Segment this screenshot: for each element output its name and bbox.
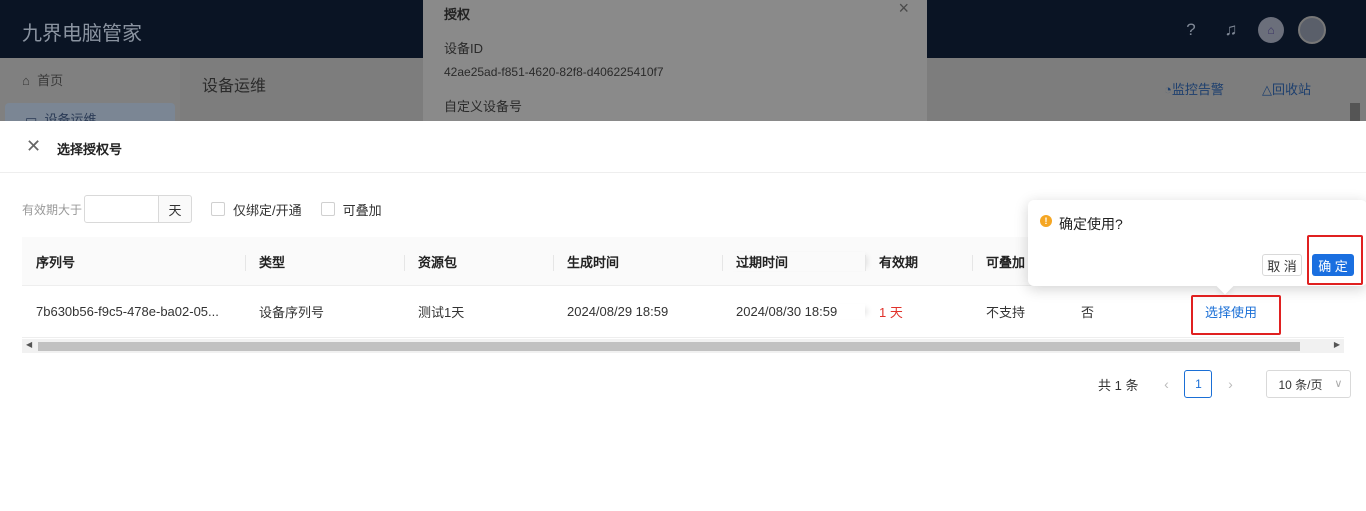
checkbox-box[interactable]: [211, 202, 226, 216]
device-id-label: 设备ID: [444, 41, 484, 56]
checkbox-box[interactable]: [320, 202, 335, 216]
close-icon[interactable]: ✕: [26, 137, 41, 155]
drawer-title: 选择授权号: [57, 142, 123, 157]
monitor-icon: ▭: [25, 112, 38, 121]
close-icon[interactable]: ×: [898, 0, 909, 19]
validity-days-input[interactable]: [84, 195, 160, 223]
table-row: 7b630b56-f9c5-478e-ba02-05... 设备序列号 测试1天…: [22, 286, 1344, 338]
cancel-button[interactable]: 取 消: [1262, 254, 1302, 276]
cell-extra: 否: [1081, 305, 1095, 320]
warning-icon: !: [1040, 215, 1052, 227]
bound-only-label: 仅绑定/开通: [233, 202, 302, 218]
page-number[interactable]: 1: [1184, 370, 1213, 398]
page-scrollbar[interactable]: [1350, 103, 1360, 121]
page-title: 设备运维: [202, 78, 267, 95]
select-use-link[interactable]: 选择使用: [1205, 305, 1257, 320]
scrollbar-thumb[interactable]: [38, 342, 1300, 351]
column-header-package: 资源包: [404, 252, 553, 271]
column-header-created: 生成时间: [553, 252, 722, 271]
custom-device-number-label: 自定义设备号: [444, 99, 523, 114]
confirm-message: 确定使用?: [1059, 216, 1123, 232]
bound-only-checkbox[interactable]: 仅绑定/开通: [211, 200, 302, 219]
top-icons: ? ♫ ⌂: [1178, 16, 1326, 44]
column-header-type: 类型: [245, 252, 404, 271]
column-header-expires: 过期时间: [722, 252, 865, 271]
select-license-drawer: ✕ 选择授权号 有效期大于 天 仅绑定/开通 可叠加 序列号 类型 资源包 生成…: [0, 121, 1366, 511]
device-id-value: 42ae25ad-f851-4620-82f8-d406225410f7: [444, 65, 664, 79]
scroll-right-icon[interactable]: ▶: [1334, 340, 1340, 349]
gauge-icon: ◔: [1164, 82, 1172, 97]
notification-icon[interactable]: ⌂: [1258, 17, 1284, 43]
column-header-serial: 序列号: [36, 254, 76, 270]
avatar[interactable]: [1298, 16, 1326, 44]
stackable-label: 可叠加: [342, 202, 382, 218]
help-icon[interactable]: ?: [1178, 17, 1204, 43]
validity-label: 有效期大于: [22, 202, 83, 217]
cell-package: 测试1天: [418, 305, 465, 320]
authorize-title: 授权: [444, 7, 471, 22]
pagination-total: 共 1 条: [1098, 377, 1139, 393]
monitor-alert-link[interactable]: ◔监控告警: [1164, 79, 1224, 98]
confirm-button[interactable]: 确 定: [1312, 254, 1354, 276]
cell-serial: 7b630b56-f9c5-478e-ba02-05...: [36, 304, 219, 319]
brand-title: 九界电脑管家: [22, 23, 142, 45]
recycle-bin-link[interactable]: △回收站: [1262, 79, 1311, 98]
prev-page-icon[interactable]: ‹: [1152, 376, 1180, 392]
cell-type: 设备序列号: [259, 305, 325, 320]
pagination: 共 1 条 ‹ 1 › 10 条/页 ∨: [1098, 370, 1352, 398]
cell-created: 2024/08/29 18:59: [567, 304, 669, 319]
drawer-header: ✕ 选择授权号: [0, 121, 1366, 173]
next-page-icon[interactable]: ›: [1216, 376, 1244, 392]
scroll-left-icon[interactable]: ◀: [26, 340, 32, 349]
sidebar-item-devices[interactable]: ▭ 设备运维: [5, 103, 175, 121]
page-size-select[interactable]: 10 条/页 ∨: [1266, 370, 1352, 398]
cell-stackable: 不支持: [986, 305, 1026, 320]
home-icon: ⌂: [22, 73, 30, 88]
warning-triangle-icon: △: [1262, 82, 1272, 97]
chevron-down-icon: ∨: [1334, 378, 1343, 390]
page-size-value: 10 条/页: [1278, 377, 1323, 392]
cell-expires: 2024/08/30 18:59: [722, 304, 865, 319]
table-horizontal-scrollbar[interactable]: ◀ ▶: [22, 339, 1344, 353]
stackable-checkbox[interactable]: 可叠加: [320, 200, 382, 219]
headset-icon[interactable]: ♫: [1218, 17, 1244, 43]
cell-action: 选择使用: [1177, 302, 1344, 321]
authorize-panel: 授权 × 设备ID 42ae25ad-f851-4620-82f8-d40622…: [423, 0, 927, 121]
days-suffix: 天: [159, 195, 193, 223]
sidebar-item-home[interactable]: ⌂ 首页: [22, 70, 63, 89]
confirm-popover: ! 确定使用? 取 消 确 定: [1028, 200, 1366, 295]
column-header-validity: 有效期: [865, 252, 972, 271]
filter-bar: 有效期大于 天 仅绑定/开通 可叠加: [22, 195, 382, 223]
cell-validity: 1 天: [879, 305, 903, 320]
